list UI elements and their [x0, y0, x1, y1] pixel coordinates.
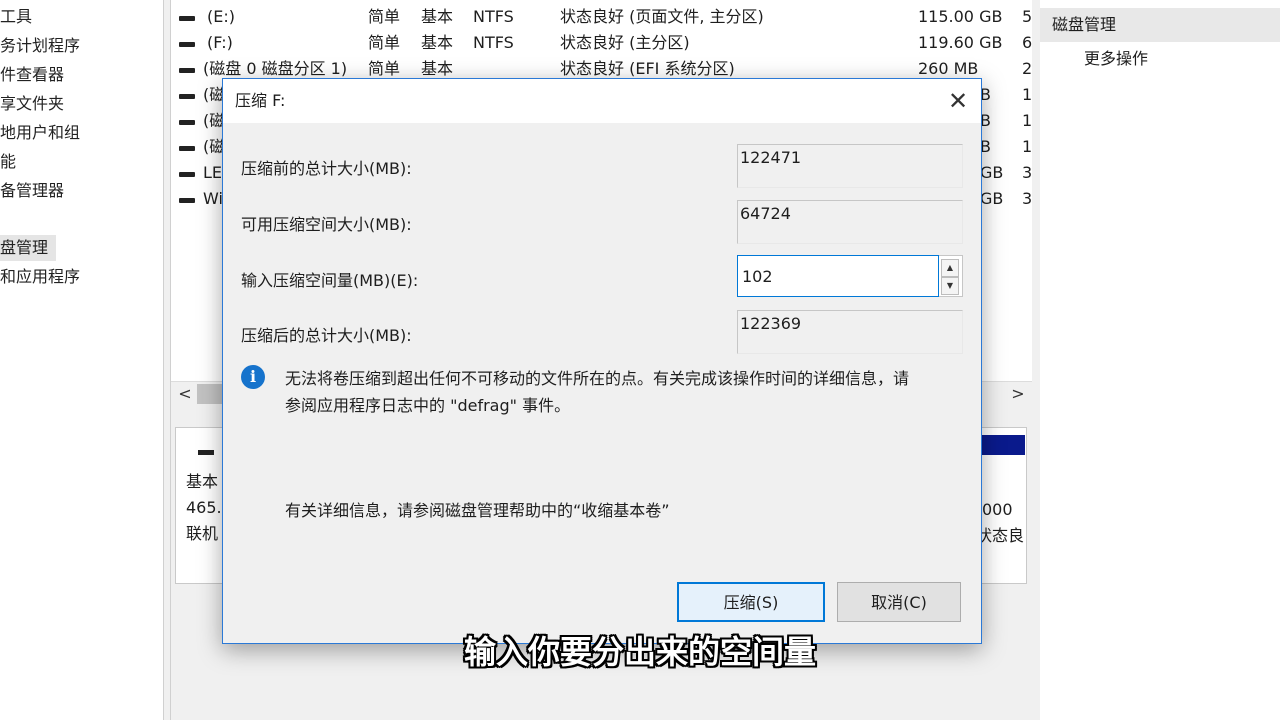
nav-item-disk-management[interactable]: 盘管理 — [0, 235, 56, 261]
stepper-down-icon[interactable]: ▼ — [941, 277, 959, 295]
disk-size-label: 465. — [186, 498, 222, 517]
volume-status: 状态良好 (主分区) — [560, 33, 690, 52]
nav-item-event-viewer[interactable]: 件查看器 — [0, 62, 64, 88]
info-message-line-2: 参阅应用程序日志中的 "defrag" 事件。 — [285, 396, 571, 415]
volume-free: 3 — [1022, 163, 1032, 182]
disk-type-label: 基本 — [186, 472, 219, 491]
volume-icon — [179, 16, 195, 21]
partition-status-label: 状态良 — [976, 526, 1025, 545]
nav-item-services-apps[interactable]: 和应用程序 — [0, 264, 80, 290]
nav-item-local-users[interactable]: 地用户和组 — [0, 120, 80, 146]
scroll-right-icon[interactable]: > — [1008, 382, 1028, 406]
volume-name: LE — [203, 163, 223, 182]
volume-capacity: 119.60 GB — [918, 33, 1003, 52]
volume-layout: 简单 — [368, 33, 401, 52]
quantity-stepper[interactable]: ▲ ▼ — [939, 255, 963, 297]
volume-icon — [179, 42, 195, 47]
disk-status-label: 联机 — [186, 524, 219, 543]
partition-size-label: 000 — [982, 500, 1013, 519]
disk-icon — [198, 450, 214, 455]
total-before-field: 122471 — [737, 144, 963, 188]
volume-icon — [179, 68, 195, 73]
info-icon: i — [241, 365, 265, 389]
nav-item-task-scheduler[interactable]: 务计划程序 — [0, 33, 80, 59]
volume-icon — [179, 172, 195, 177]
info-message: 无法将卷压缩到超出任何不可移动的文件所在的点。有关完成该操作时间的详细信息，请 … — [285, 365, 965, 419]
volume-capacity: GB — [980, 189, 1004, 208]
actions-header[interactable]: 磁盘管理 — [1040, 8, 1280, 42]
pane-splitter-left[interactable] — [163, 0, 171, 720]
volume-icon — [179, 120, 195, 125]
cancel-button[interactable]: 取消(C) — [837, 582, 961, 622]
volume-type: 基本 — [421, 33, 454, 52]
shrink-button[interactable]: 压缩(S) — [677, 582, 825, 622]
shrink-dialog: 压缩 F: ✕ 压缩前的总计大小(MB): 122471 可用压缩空间大小(MB… — [222, 78, 982, 644]
volume-name: Wi — [203, 189, 223, 208]
total-before-label: 压缩前的总计大小(MB): — [241, 159, 412, 178]
volume-free: 1 — [1022, 111, 1032, 130]
help-reference-text: 有关详细信息，请参阅磁盘管理帮助中的“收缩基本卷” — [285, 501, 670, 520]
actions-pane: 磁盘管理 更多操作 — [1032, 0, 1280, 720]
volume-row[interactable]: (E:) 简单 基本 NTFS 状态良好 (页面文件, 主分区) 115.00 … — [171, 4, 1032, 30]
nav-item-tools[interactable]: 工具 — [0, 4, 32, 30]
nav-item-device-manager[interactable]: 备管理器 — [0, 178, 64, 204]
volume-icon — [179, 94, 195, 99]
volume-capacity: GB — [980, 163, 1004, 182]
total-after-label: 压缩后的总计大小(MB): — [241, 326, 412, 345]
volume-fs: NTFS — [473, 33, 514, 52]
available-space-label: 可用压缩空间大小(MB): — [241, 215, 412, 234]
partition-header-bar — [981, 435, 1025, 455]
volume-free: 1 — [1022, 137, 1032, 156]
volume-free: 2 — [1022, 59, 1032, 78]
scroll-left-icon[interactable]: < — [175, 382, 195, 406]
volume-row[interactable]: (F:) 简单 基本 NTFS 状态良好 (主分区) 119.60 GB 6 — [171, 30, 1032, 56]
volume-name: (E:) — [207, 7, 235, 26]
volume-free: 3 — [1022, 189, 1032, 208]
nav-item-shared-folders[interactable]: 享文件夹 — [0, 91, 64, 117]
info-message-line-1: 无法将卷压缩到超出任何不可移动的文件所在的点。有关完成该操作时间的详细信息，请 — [285, 369, 910, 388]
more-actions-link[interactable]: 更多操作 — [1084, 46, 1148, 72]
left-nav-tree: 工具 务计划程序 件查看器 享文件夹 地用户和组 能 备管理器 盘管理 和应用程… — [0, 0, 163, 720]
volume-fs: NTFS — [473, 7, 514, 26]
nav-item-performance[interactable]: 能 — [0, 149, 16, 175]
shrink-amount-input[interactable] — [737, 255, 939, 297]
volume-icon — [179, 146, 195, 151]
volume-free: 1 — [1022, 85, 1032, 104]
volume-free: 6 — [1022, 33, 1032, 52]
dialog-title: 压缩 F: — [235, 91, 286, 110]
total-after-field: 122369 — [737, 310, 963, 354]
volume-name: (F:) — [207, 33, 233, 52]
dialog-titlebar[interactable]: 压缩 F: ✕ — [223, 79, 981, 123]
volume-status: 状态良好 (页面文件, 主分区) — [560, 7, 764, 26]
shrink-amount-label: 输入压缩空间量(MB)(E): — [241, 271, 419, 290]
stepper-up-icon[interactable]: ▲ — [941, 259, 959, 277]
volume-capacity: 115.00 GB — [918, 7, 1003, 26]
volume-icon — [179, 198, 195, 203]
close-icon[interactable]: ✕ — [935, 79, 981, 123]
volume-free: 5 — [1022, 7, 1032, 26]
volume-layout: 简单 — [368, 7, 401, 26]
available-space-field: 64724 — [737, 200, 963, 244]
volume-type: 基本 — [421, 7, 454, 26]
